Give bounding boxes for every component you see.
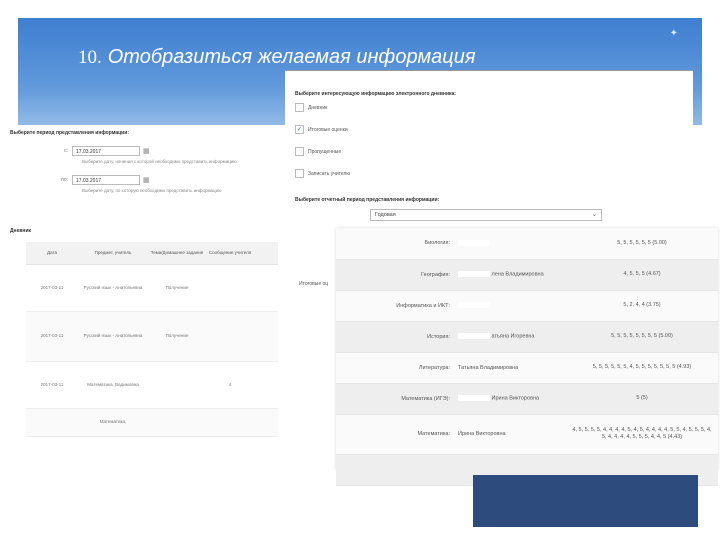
to-date-row: по: 17.03.2017 ▦ [58,175,150,185]
period-select-value: Годовая [375,212,396,218]
chevron-down-icon: ⌄ [591,212,597,218]
grade-subject: История: [336,321,456,353]
final-grades-screenshot: Биология: 5, 5, 5, 5, 5, 5 (5.00) Геогра… [336,228,718,486]
diary-heading: Дневник [10,228,32,234]
to-prefix: по: [61,177,68,183]
info-heading: Выберите интересующую информацию электро… [295,91,456,97]
grade-marks: 4, 5, 5, 5, 5, 4, 4, 4, 4, 5, 4, 5, 4, 4… [566,414,718,455]
diary-table: Дата Предмет, учитель Тема/Домашнее зада… [26,242,278,437]
checkbox-final-grades[interactable]: ✓ [295,125,304,134]
col-topic: Тема/Домашнее задание [148,242,206,265]
row-date [26,408,78,437]
option-diary[interactable]: Дневник [295,103,327,112]
grade-marks: 4, 5, 5, 5 (4.67) [566,259,718,291]
col-note: Сообщение учителя [206,242,254,265]
grades-table: Биология: 5, 5, 5, 5, 5, 5 (5.00) Геогра… [336,228,718,486]
table-row: 2017-03-11 Русский язык - Анатольевна По… [26,264,278,312]
grade-teacher: Татьяна Владимировна [456,352,566,384]
row-date: 2017-03-11 [26,361,78,409]
redacted-block [458,302,490,309]
table-row: География: лена Владимировна 4, 5, 5, 5 … [336,259,718,291]
calendar-icon[interactable]: ▦ [143,147,150,155]
row-subject: Русский язык - Анатольевна [78,264,148,312]
row-date: 2017-03-11 [26,264,78,312]
grade-marks: 5 (5) [566,383,718,415]
table-row: 2017-03-11 Русский язык - Анатольевна По… [26,311,278,362]
decorative-navy-block [473,475,698,527]
option-final-label: Итоговые оценки [308,126,348,133]
grade-teacher: Ирина Викторовна [456,383,566,415]
from-date-row: с: 17.03.2017 ▦ [58,146,150,156]
to-date-hint: Выберите дату, по которую необходимо пре… [82,188,222,193]
diary-header-row: Дата Предмет, учитель Тема/Домашнее зада… [26,242,278,265]
from-prefix: с: [64,148,68,154]
option-absence-label: Пропущенные [308,148,342,155]
grade-subject: Информатика и ИКТ: [336,290,456,322]
redacted-block [458,333,490,340]
row-subject: Математика, [78,408,148,437]
option-teacher-message[interactable]: Записать учителю [295,169,350,178]
checkbox-teacher-message[interactable] [295,169,304,178]
col-subject: Предмет, учитель [78,242,148,265]
table-row: Информатика и ИКТ: 5, 2, 4, 4 (3.75) [336,290,718,322]
grade-marks: 5, 5, 5, 5, 5, 5, 4, 5, 5, 5, 5, 5, 5, 5… [566,352,718,384]
option-final-grades[interactable]: ✓ Итоговые оценки [295,125,348,134]
option-teacher-label: Записать учителю [308,170,351,177]
from-date-hint: Выберите дату, начиная с которой необход… [82,159,237,164]
slide-title-text: Отобразиться желаемая информация [107,46,476,68]
checkbox-diary[interactable] [295,103,304,112]
redacted-block [458,240,490,247]
grade-teacher: Ирина Викторовна [456,414,566,455]
table-row: История: атьяна Игоревна 5, 5, 5, 5, 5, … [336,321,718,353]
row-topic [148,361,206,409]
grade-subject: Математика (ИГЭ): [336,383,456,415]
calendar-icon[interactable]: ▦ [143,176,150,184]
period-heading: Выберите период представления информации… [10,130,129,136]
slide-title: 10. Отобразиться желаемая информация [78,44,476,69]
grade-subject: Литература: [336,352,456,384]
slide-number: 10. [78,47,102,68]
row-date: 2017-03-11 [26,311,78,362]
table-row: Математика (ИГЭ): Ирина Викторовна 5 (5) [336,383,718,415]
table-row: Биология: 5, 5, 5, 5, 5, 5 (5.00) [336,228,718,260]
grade-subject [336,454,456,486]
col-date: Дата [26,242,78,265]
table-row: Литература: Татьяна Владимировна 5, 5, 5… [336,352,718,384]
grade-marks: 5, 5, 5, 5, 5, 5, 5, 5 (5.00) [566,321,718,353]
row-topic: Получение [148,311,206,362]
grade-subject: География: [336,259,456,291]
redacted-block [458,395,490,402]
row-note [206,408,254,437]
table-row: 2017-03-11 Математика, Вадимовна 4 [26,361,278,409]
row-topic: Получение [148,264,206,312]
grade-marks: 5, 5, 5, 5, 5, 5 (5.00) [566,228,718,260]
grade-teacher: атьяна Игоревна [456,321,566,353]
table-row: Математика, [26,408,278,437]
to-date-input[interactable]: 17.03.2017 [72,175,140,185]
final-grades-label: Итоговые оц [299,281,329,287]
row-subject: Русский язык - Анатольевна [78,311,148,362]
table-row: Математика: Ирина Викторовна 4, 5, 5, 5,… [336,414,718,455]
grade-subject: Биология: [336,228,456,260]
row-note: 4 [206,361,254,409]
grade-subject: Математика: [336,414,456,455]
option-diary-label: Дневник [308,104,328,111]
from-date-input[interactable]: 17.03.2017 [72,146,140,156]
grade-teacher [456,228,566,260]
grade-teacher: лена Владимировна [456,259,566,291]
period-select[interactable]: Годовая ⌄ [370,209,602,221]
redacted-block [458,271,490,278]
row-subject: Математика, Вадимовна [78,361,148,409]
checkbox-absences[interactable] [295,147,304,156]
row-note [206,311,254,362]
report-period-heading: Выберите отчетный период представления и… [295,197,440,203]
row-note [206,264,254,312]
option-absences[interactable]: Пропущенные [295,147,341,156]
grade-marks: 5, 2, 4, 4 (3.75) [566,290,718,322]
diary-screenshot: Выберите период представления информации… [8,126,278,437]
row-topic [148,408,206,437]
grade-teacher [456,290,566,322]
sparkle-icon: ✦ [669,28,678,39]
